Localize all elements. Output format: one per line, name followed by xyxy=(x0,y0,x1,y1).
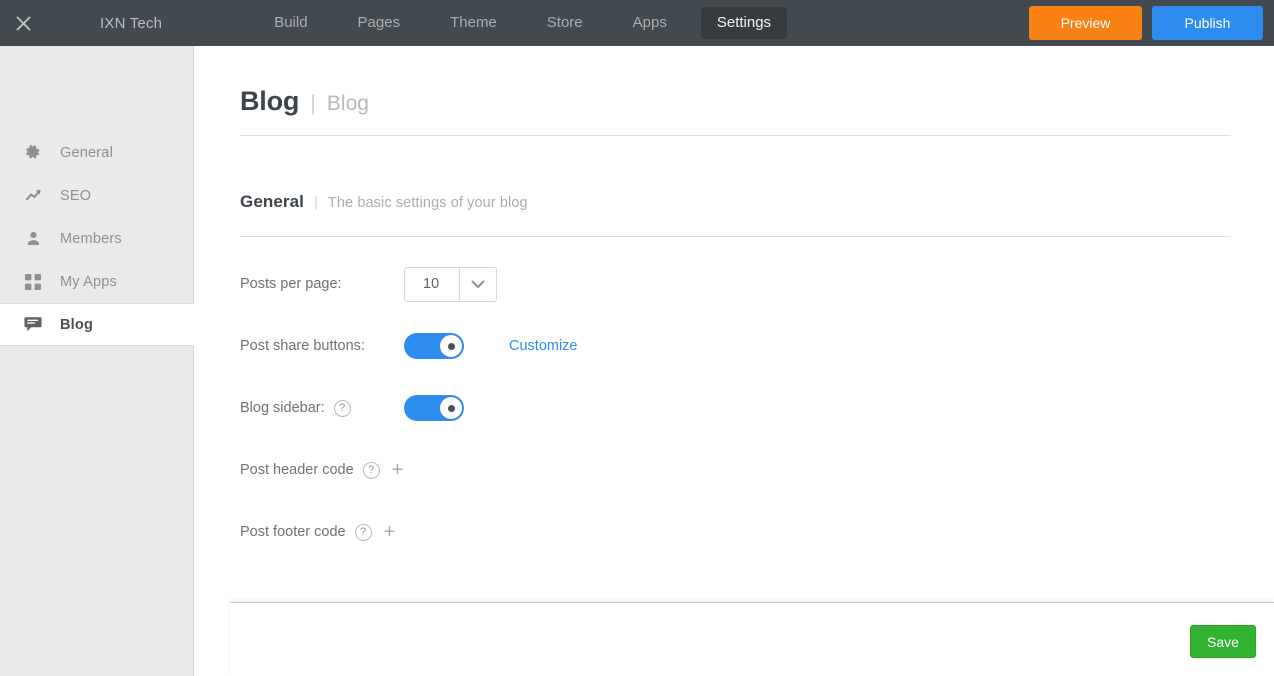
top-nav: Build Pages Theme Store Apps Settings xyxy=(258,0,805,46)
blog-sidebar-label-text: Blog sidebar: xyxy=(240,400,325,416)
posts-per-page-value: 10 xyxy=(423,276,440,292)
top-bar-actions: Preview Publish xyxy=(1029,6,1263,40)
row-post-share-buttons: Post share buttons: Customize xyxy=(240,326,1140,366)
tab-pages[interactable]: Pages xyxy=(342,7,417,39)
row-blog-sidebar: Blog sidebar: ? xyxy=(240,388,1140,428)
add-post-header-code-button[interactable]: + xyxy=(392,460,404,480)
sidebar-item-general[interactable]: General xyxy=(0,131,193,174)
row-post-header-code: Post header code ? + xyxy=(240,450,1140,490)
preview-button[interactable]: Preview xyxy=(1029,6,1142,40)
post-share-buttons-toggle[interactable] xyxy=(404,333,464,359)
post-header-code-label-text: Post header code xyxy=(240,462,354,478)
publish-button[interactable]: Publish xyxy=(1152,6,1263,40)
header-divider xyxy=(240,135,1231,136)
trend-up-icon xyxy=(22,185,44,207)
sidebar-item-blog[interactable]: Blog xyxy=(0,303,194,346)
add-post-footer-code-button[interactable]: + xyxy=(384,522,396,542)
blog-sidebar-label: Blog sidebar: ? xyxy=(240,399,404,417)
top-bar: IXN Tech Build Pages Theme Store Apps Se… xyxy=(0,0,1274,46)
close-icon xyxy=(15,15,32,32)
customize-link[interactable]: Customize xyxy=(509,338,578,354)
sidebar-item-label: My Apps xyxy=(60,273,118,290)
tab-build[interactable]: Build xyxy=(258,7,323,39)
close-button[interactable] xyxy=(0,0,46,46)
post-header-code-label: Post header code ? + xyxy=(240,460,403,480)
section-divider xyxy=(240,236,1231,237)
page-title-separator: | xyxy=(310,90,316,115)
help-icon[interactable]: ? xyxy=(333,399,351,417)
page-title: Blog xyxy=(240,86,300,116)
save-button[interactable]: Save xyxy=(1190,625,1256,658)
section-header: General | The basic settings of your blo… xyxy=(240,192,528,212)
sidebar-item-label: SEO xyxy=(60,187,92,204)
sidebar-item-label: Members xyxy=(60,230,122,247)
sidebar-item-label: General xyxy=(60,144,113,161)
sidebar-item-my-apps[interactable]: My Apps xyxy=(0,260,193,303)
gear-icon xyxy=(22,142,44,164)
tab-store[interactable]: Store xyxy=(531,7,599,39)
main-content: Blog | Blog General | The basic settings… xyxy=(195,46,1274,676)
help-icon[interactable]: ? xyxy=(362,461,380,479)
speech-bubble-icon xyxy=(22,314,44,336)
posts-per-page-select[interactable]: 10 xyxy=(404,266,497,302)
person-icon xyxy=(22,228,44,250)
row-post-footer-code: Post footer code ? + xyxy=(240,512,1140,552)
tab-theme[interactable]: Theme xyxy=(434,7,513,39)
tab-settings[interactable]: Settings xyxy=(700,7,788,39)
settings-sidebar: General SEO Members My Apps Blog xyxy=(0,46,194,676)
chevron-down-icon[interactable] xyxy=(459,267,496,301)
sidebar-list: General SEO Members My Apps Blog xyxy=(0,131,194,346)
post-footer-code-label-text: Post footer code xyxy=(240,524,346,540)
tab-apps[interactable]: Apps xyxy=(617,7,683,39)
brand-name: IXN Tech xyxy=(100,14,163,32)
row-posts-per-page: Posts per page: 10 xyxy=(240,264,1140,304)
page-header: Blog | Blog xyxy=(240,86,369,117)
toggle-knob xyxy=(440,397,462,419)
sidebar-item-seo[interactable]: SEO xyxy=(0,174,193,217)
blog-sidebar-toggle[interactable] xyxy=(404,395,464,421)
toggle-knob xyxy=(440,335,462,357)
section-title-separator: | xyxy=(314,194,318,211)
blog-settings-form: Posts per page: 10 Post share buttons: C… xyxy=(240,264,1140,574)
posts-per-page-label: Posts per page: xyxy=(240,276,342,292)
section-subtitle: The basic settings of your blog xyxy=(327,195,528,211)
footer-action-bar: Save xyxy=(230,602,1274,676)
section-title: General xyxy=(240,192,305,211)
sidebar-item-members[interactable]: Members xyxy=(0,217,193,260)
help-icon[interactable]: ? xyxy=(354,523,372,541)
post-share-buttons-label: Post share buttons: xyxy=(240,338,365,354)
sidebar-item-label: Blog xyxy=(60,316,94,333)
grid-squares-icon xyxy=(22,271,44,293)
post-footer-code-label: Post footer code ? + xyxy=(240,522,395,542)
page-subtitle: Blog xyxy=(326,92,369,115)
